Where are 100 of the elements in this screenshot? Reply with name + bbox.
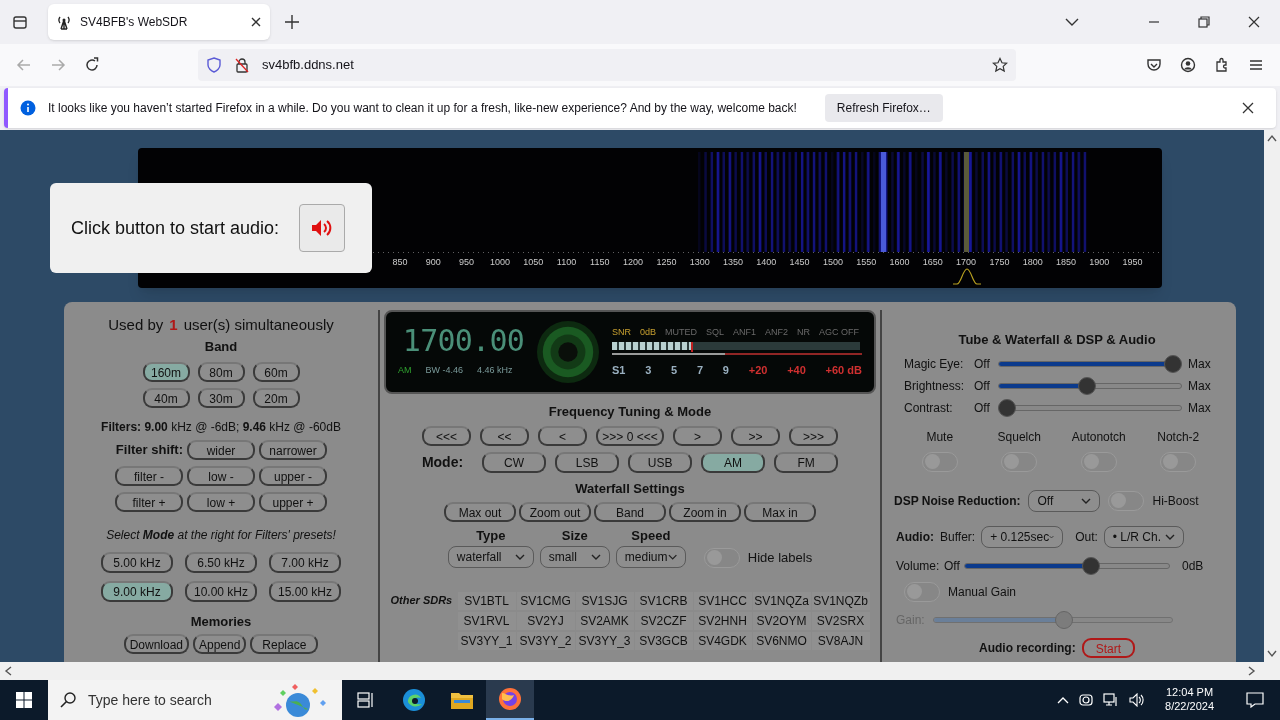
mode-button[interactable]: USB <box>628 451 693 473</box>
filter-button[interactable]: filter + <box>115 492 183 512</box>
preset-button[interactable]: 15.00 kHz <box>269 581 341 602</box>
extensions-icon[interactable] <box>1214 57 1230 73</box>
slider[interactable] <box>998 398 1182 417</box>
sdr-link-button[interactable]: SV3YY_2 <box>516 631 575 650</box>
mode-button[interactable]: AM <box>701 451 766 473</box>
menu-icon[interactable] <box>1248 57 1264 73</box>
filter-button[interactable]: low - <box>187 466 255 486</box>
sdr-link-button[interactable]: SV1BTL <box>457 591 516 610</box>
tuning-step-button[interactable]: >>> 0 <<< <box>596 425 664 446</box>
mode-button[interactable]: LSB <box>555 451 620 473</box>
dropdown[interactable]: small <box>539 545 610 568</box>
horizontal-scrollbar[interactable] <box>0 662 1280 680</box>
mode-button[interactable]: FM <box>774 451 839 473</box>
tuning-step-button[interactable]: <<< <box>422 425 471 446</box>
refresh-firefox-button[interactable]: Refresh Firefox… <box>824 94 943 122</box>
task-view-icon[interactable] <box>357 692 375 708</box>
notifications-icon[interactable] <box>1246 692 1264 708</box>
close-icon[interactable] <box>1242 102 1254 114</box>
sdr-link-button[interactable]: SV4GDK <box>693 631 752 650</box>
tuning-step-button[interactable]: >>> <box>789 425 838 446</box>
new-tab-icon[interactable] <box>284 14 300 30</box>
sdr-link-button[interactable]: SV2AMK <box>575 611 634 630</box>
windows-start-icon[interactable] <box>16 692 32 708</box>
sdr-link-button[interactable]: SV2CZF <box>634 611 693 630</box>
dropdown[interactable]: + 0.125sec <box>981 525 1064 548</box>
preset-button[interactable]: 7.00 kHz <box>269 552 341 573</box>
sdr-link-button[interactable]: SV1SJG <box>575 591 634 610</box>
sdr-link-button[interactable]: SV3GCB <box>634 631 693 650</box>
edge-browser-icon[interactable] <box>402 688 426 712</box>
sdr-link-button[interactable]: SV1CMG <box>516 591 575 610</box>
close-icon[interactable] <box>1248 16 1260 28</box>
scroll-right-icon[interactable] <box>1248 666 1256 676</box>
preset-button[interactable]: 10.00 kHz <box>185 581 257 602</box>
waterfall-button[interactable]: Max out <box>444 502 516 522</box>
preset-button[interactable]: 9.00 kHz <box>101 581 173 602</box>
wavelength-button[interactable]: 80m <box>197 362 245 382</box>
pocket-icon[interactable] <box>1146 57 1162 73</box>
tuning-step-button[interactable]: < <box>538 425 587 446</box>
filter-button[interactable]: upper + <box>259 492 327 512</box>
waterfall-button[interactable]: Max in <box>744 502 816 522</box>
dropdown[interactable]: • L/R Ch. <box>1103 525 1184 548</box>
sdr-link-button[interactable]: SV3YY_1 <box>457 631 516 650</box>
slider-thumb[interactable] <box>1164 354 1182 373</box>
gain-slider[interactable] <box>932 610 1173 629</box>
memory-button[interactable]: Append <box>193 633 247 654</box>
volume-slider[interactable] <box>964 556 1170 575</box>
folder-icon[interactable] <box>450 690 474 710</box>
lock-icon[interactable] <box>234 57 250 73</box>
filter-button[interactable]: wider <box>187 440 255 460</box>
sdr-link-button[interactable]: SV1CRB <box>634 591 693 610</box>
dropdown[interactable]: waterfall <box>447 545 534 568</box>
sdr-link-button[interactable]: SV1NQZb <box>811 591 870 610</box>
taskbar-search-field[interactable]: Type here to search <box>48 680 342 720</box>
slider-thumb[interactable] <box>998 398 1016 417</box>
sdr-link-button[interactable]: SV2YJ <box>516 611 575 630</box>
volume-icon[interactable] <box>1129 693 1146 707</box>
tuning-step-button[interactable]: << <box>480 425 529 446</box>
network-icon[interactable] <box>1103 693 1120 707</box>
filter-button[interactable]: filter - <box>115 466 183 486</box>
scroll-up-icon[interactable] <box>1267 134 1277 142</box>
wavelength-button[interactable]: 20m <box>252 388 300 408</box>
mode-button[interactable]: CW <box>482 451 547 473</box>
address-bar[interactable]: sv4bfb.ddns.net <box>198 49 1016 81</box>
slider-thumb[interactable] <box>1077 376 1096 395</box>
filter-button[interactable]: narrower <box>259 440 327 460</box>
waterfall-button[interactable]: Zoom in <box>669 502 741 522</box>
preset-button[interactable]: 6.50 kHz <box>185 552 257 573</box>
chevron-up-icon[interactable] <box>1057 696 1070 704</box>
scroll-down-icon[interactable] <box>1267 650 1277 658</box>
sdr-link-button[interactable]: SV8AJN <box>811 631 870 650</box>
tuning-step-button[interactable]: >> <box>731 425 780 446</box>
memory-button[interactable]: Replace <box>250 633 319 654</box>
dropdown[interactable]: Off <box>1028 489 1101 512</box>
slider[interactable] <box>998 354 1182 373</box>
slider-thumb[interactable] <box>1082 556 1101 575</box>
filter-button[interactable]: low + <box>187 492 255 512</box>
filter-button[interactable]: upper - <box>259 466 327 486</box>
firefox-taskbar-button[interactable] <box>486 680 534 720</box>
sdr-link-button[interactable]: SV1HCC <box>693 591 752 610</box>
account-icon[interactable] <box>1180 57 1196 73</box>
sdr-link-button[interactable]: SV1NQZa <box>752 591 811 610</box>
sdr-link-button[interactable]: SV3YY_3 <box>575 631 634 650</box>
preset-button[interactable]: 5.00 kHz <box>101 552 173 573</box>
sdr-link-button[interactable]: SV2SRX <box>811 611 870 630</box>
tuning-step-button[interactable]: > <box>673 425 722 446</box>
vertical-scrollbar[interactable] <box>1264 130 1280 662</box>
start-audio-button[interactable] <box>299 204 346 252</box>
sdr-link-button[interactable]: SV1RVL <box>457 611 516 630</box>
wavelength-button[interactable]: 60m <box>252 362 300 382</box>
waterfall-button[interactable]: Band <box>594 502 666 522</box>
wavelength-button[interactable]: 40m <box>142 388 190 408</box>
browser-tab[interactable]: SV4BFB's WebSDR <box>48 4 270 40</box>
wavelength-button[interactable]: 160m <box>142 362 190 382</box>
sdr-link-button[interactable]: SV2HNH <box>693 611 752 630</box>
restore-icon[interactable] <box>1198 16 1210 28</box>
star-icon[interactable] <box>992 57 1008 73</box>
scroll-left-icon[interactable] <box>4 666 12 676</box>
memory-button[interactable]: Download <box>123 633 189 654</box>
